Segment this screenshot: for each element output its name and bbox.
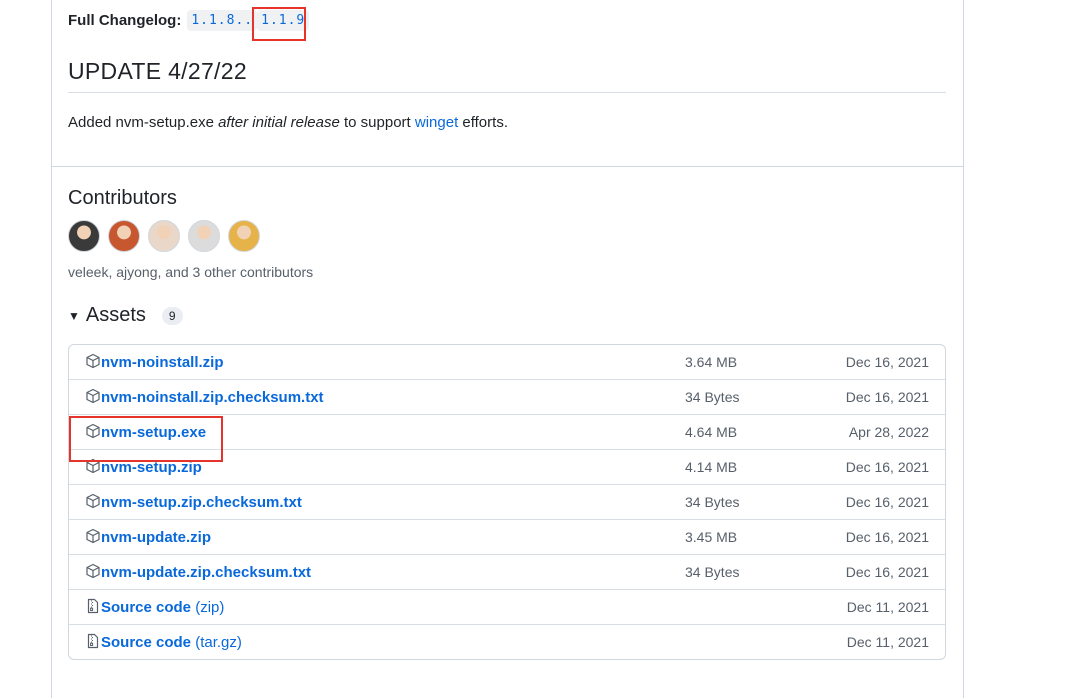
asset-name: nvm-update.zip bbox=[101, 528, 212, 546]
changelog-compare-from[interactable]: 1.1.8.. bbox=[187, 10, 258, 31]
asset-size: 4.64 MB bbox=[685, 424, 738, 440]
asset-link[interactable]: Source code (zip) bbox=[101, 599, 224, 616]
avatar[interactable] bbox=[68, 220, 100, 252]
asset-date: Apr 28, 2022 bbox=[848, 424, 929, 440]
asset-size: 34 Bytes bbox=[685, 564, 740, 580]
avatar[interactable] bbox=[228, 220, 260, 252]
avatar[interactable] bbox=[108, 220, 140, 252]
contributors-summary[interactable]: veleek, ajyong, and 3 other contributors bbox=[68, 264, 313, 280]
asset-name: nvm-noinstall.zip.checksum.txt bbox=[101, 388, 324, 406]
asset-format: (tar.gz) bbox=[191, 633, 242, 651]
heading-rule bbox=[68, 92, 946, 93]
triangle-down-icon: ▼ bbox=[68, 308, 80, 323]
asset-name: Source code bbox=[101, 598, 192, 616]
asset-row: nvm-noinstall.zip 3.64 MB Dec 16, 2021 bbox=[69, 345, 945, 379]
asset-size: 34 Bytes bbox=[685, 494, 740, 510]
release-card: Full Changelog: 1.1.8.. 1.1.9 UPDATE 4/27… bbox=[51, 0, 964, 698]
avatar[interactable] bbox=[188, 220, 220, 252]
asset-date: Dec 16, 2021 bbox=[845, 529, 929, 545]
asset-row: nvm-update.zip.checksum.txt 34 Bytes Dec 1… bbox=[69, 554, 945, 589]
asset-date: Dec 16, 2021 bbox=[845, 354, 929, 370]
asset-name: Source code bbox=[101, 633, 192, 651]
asset-row: nvm-update.zip 3.45 MB Dec 16, 2021 bbox=[69, 519, 945, 554]
asset-row: nvm-setup.zip.checksum.txt 34 Bytes Dec 16… bbox=[69, 484, 945, 519]
assets-toggle[interactable]: ▼ Assets 9 bbox=[68, 304, 183, 327]
asset-link[interactable]: nvm-update.zip bbox=[101, 529, 211, 546]
asset-row: nvm-noinstall.zip.checksum.txt 34 Bytes De… bbox=[69, 379, 945, 414]
file-zip-icon bbox=[85, 598, 101, 614]
asset-date: Dec 16, 2021 bbox=[845, 494, 929, 510]
asset-row: Source code (tar.gz) Dec 11, 2021 bbox=[69, 624, 945, 659]
update-text-mid: to support bbox=[339, 114, 415, 131]
asset-size: 3.64 MB bbox=[685, 354, 738, 370]
asset-link[interactable]: nvm-setup.zip.checksum.txt bbox=[101, 494, 302, 511]
asset-format: (zip) bbox=[191, 598, 225, 616]
asset-date: Dec 11, 2021 bbox=[846, 599, 929, 615]
asset-date: Dec 16, 2021 bbox=[845, 389, 929, 405]
update-text-after: efforts. bbox=[458, 114, 508, 131]
asset-link[interactable]: Source code (tar.gz) bbox=[101, 634, 242, 651]
asset-link[interactable]: nvm-noinstall.zip bbox=[101, 354, 224, 371]
asset-size: 4.14 MB bbox=[685, 459, 738, 475]
asset-date: Dec 16, 2021 bbox=[845, 459, 929, 475]
asset-date: Dec 11, 2021 bbox=[846, 634, 929, 650]
asset-size: 3.45 MB bbox=[685, 529, 738, 545]
avatar[interactable] bbox=[148, 220, 180, 252]
contributors-heading: Contributors bbox=[68, 187, 177, 209]
changelog-label: Full Changelog: bbox=[68, 12, 182, 29]
package-icon bbox=[85, 353, 101, 369]
package-icon bbox=[85, 388, 101, 404]
assets-heading: Assets bbox=[85, 304, 146, 326]
asset-name: nvm-setup.zip.checksum.txt bbox=[101, 493, 302, 511]
update-text-italic: after initial release bbox=[218, 114, 340, 131]
section-divider bbox=[52, 166, 963, 167]
package-icon bbox=[85, 528, 101, 544]
asset-date: Dec 16, 2021 bbox=[845, 564, 929, 580]
assets-count-badge: 9 bbox=[161, 306, 183, 325]
package-icon bbox=[85, 563, 101, 579]
asset-name: nvm-update.zip.checksum.txt bbox=[101, 563, 312, 581]
asset-size: 34 Bytes bbox=[685, 389, 740, 405]
asset-link[interactable]: nvm-noinstall.zip.checksum.txt bbox=[101, 389, 324, 406]
asset-link[interactable]: nvm-update.zip.checksum.txt bbox=[101, 564, 311, 581]
highlight-box-version bbox=[252, 7, 306, 41]
package-icon bbox=[85, 493, 101, 509]
contributor-avatars bbox=[68, 220, 260, 252]
update-heading: UPDATE 4/27/22 bbox=[68, 58, 247, 84]
asset-name: nvm-noinstall.zip bbox=[101, 353, 224, 371]
update-paragraph: Added nvm-setup.exe after initial releas… bbox=[68, 114, 508, 131]
winget-link[interactable]: winget bbox=[415, 114, 458, 131]
highlight-box-setup-exe bbox=[69, 416, 223, 462]
assets-list: nvm-noinstall.zip 3.64 MB Dec 16, 2021 nvm-… bbox=[68, 344, 946, 660]
asset-row: Source code (zip) Dec 11, 2021 bbox=[69, 589, 945, 624]
update-text-before: Added nvm-setup.exe bbox=[68, 114, 219, 131]
